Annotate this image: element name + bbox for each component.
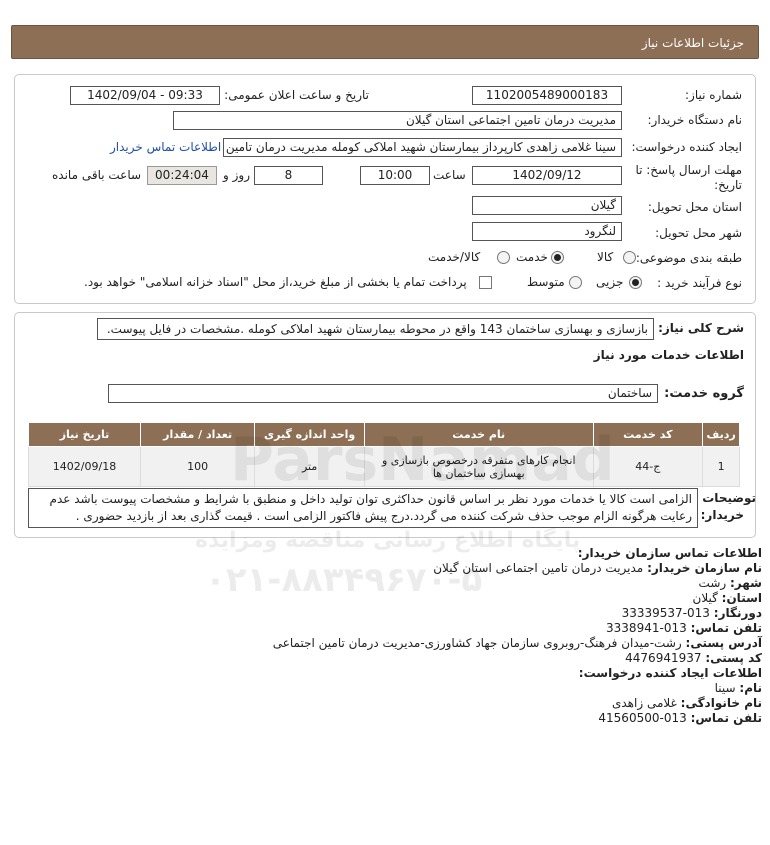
category-option-goods-service: کالا/خدمت (428, 250, 481, 264)
province-label: استان محل تحویل: (647, 200, 742, 214)
process-option-medium: متوسط (527, 275, 565, 289)
days-label: روز و (223, 168, 250, 182)
contact-address: آدرس پستی: رشت-میدان فرهنگ-روبروی سازمان… (272, 636, 762, 650)
need-info-panel (14, 74, 756, 304)
creator-field[interactable]: سینا غلامی زاهدی کارپرداز بیمارستان شهید… (223, 138, 622, 157)
services-section-title: اطلاعات خدمات مورد نیاز (593, 348, 744, 362)
deadline-label: مهلت ارسال پاسخ: تا (635, 163, 742, 177)
creator-first-name: نام: سینا (714, 681, 762, 695)
category-radio-goods[interactable] (623, 251, 636, 264)
announce-datetime-field[interactable]: 1402/09/04 - 09:33 (70, 86, 220, 105)
col-unit: واحد اندازه گیری (254, 422, 365, 447)
service-group-field[interactable]: ساختمان (108, 384, 658, 403)
remaining-time-field: 00:24:04 (147, 166, 217, 185)
category-radio-service[interactable] (551, 251, 564, 264)
col-quantity: تعداد / مقدار (140, 422, 256, 447)
description-field[interactable]: بازسازی و بهسازی ساختمان 143 واقع در محو… (97, 318, 654, 340)
buyer-notes-field: الزامی است کالا یا خدمات مورد نظر بر اسا… (28, 488, 698, 528)
col-code: کد خدمت (592, 422, 704, 447)
deadline-date-field[interactable]: 1402/09/12 (472, 166, 622, 185)
creator-label: ایجاد کننده درخواست: (631, 140, 742, 154)
notes-label-line1: توضیحات (702, 491, 756, 505)
contact-phone: تلفن تماس: 013-3338941 (606, 621, 762, 635)
announce-label: تاریخ و ساعت اعلان عمومی: (224, 88, 369, 102)
buyer-org-field[interactable]: مدیریت درمان تامین اجتماعی استان گیلان (173, 111, 622, 130)
category-option-goods: کالا (597, 250, 614, 264)
treasury-payment-checkbox[interactable] (479, 276, 492, 289)
contact-city: شهر: رشت (698, 576, 762, 590)
days-field[interactable]: 8 (254, 166, 323, 185)
category-label: طبقه بندی موضوعی: (635, 251, 742, 265)
process-radio-minor[interactable] (629, 276, 642, 289)
need-number-label: شماره نیاز: (685, 88, 742, 102)
city-field[interactable]: لنگرود (472, 222, 622, 241)
city-label: شهر محل تحویل: (655, 226, 742, 240)
row-code: ج-44 (592, 446, 704, 487)
row-unit: متر (254, 446, 365, 487)
col-date: تاریخ نیاز (27, 422, 142, 447)
page-header: جزئیات اطلاعات نیاز (11, 25, 759, 59)
creator-info-title: اطلاعات ایجاد کننده درخواست: (578, 666, 762, 680)
service-group-label: گروه خدمت: (664, 386, 744, 401)
contact-org-title: اطلاعات تماس سازمان خریدار: (577, 546, 762, 560)
creator-last-name: نام خانوادگی: غلامی زاهدی (611, 696, 762, 710)
remaining-label: ساعت باقی مانده (52, 168, 142, 182)
contact-org-name: نام سازمان خریدار: مدیریت درمان تامین اج… (433, 561, 762, 575)
buyer-org-label: نام دستگاه خریدار: (647, 113, 743, 127)
creator-phone: تلفن تماس: 013-41560500 (598, 711, 762, 725)
table-row: 1 ج-44 انجام کارهای متفرقه درخصوص بازساز… (27, 446, 740, 487)
notes-label-line2: خریدار: (700, 508, 744, 522)
row-quantity: 100 (140, 446, 256, 487)
deadline-time-label: ساعت (433, 168, 466, 182)
row-name: انجام کارهای متفرقه درخصوص بازسازی و بهس… (363, 446, 594, 487)
col-index: ردیف (702, 422, 740, 447)
row-date: 1402/09/18 (27, 446, 142, 487)
province-field[interactable]: گیلان (472, 196, 622, 215)
description-label: شرح کلی نیاز: (658, 321, 744, 335)
process-radio-medium[interactable] (569, 276, 582, 289)
buyer-contact-link[interactable]: اطلاعات تماس خریدار (110, 140, 221, 154)
need-number-field[interactable]: 1102005489000183 (472, 86, 622, 105)
contact-fax: دورنگار: 013-33339537 (621, 606, 762, 620)
services-table-header: ردیف کد خدمت نام خدمت واحد اندازه گیری ت… (27, 422, 740, 447)
col-name: نام خدمت (363, 422, 594, 447)
page-title: جزئیات اطلاعات نیاز (641, 36, 744, 50)
process-option-minor: جزیی (596, 275, 624, 289)
treasury-payment-note: پرداخت تمام یا بخشی از مبلغ خرید،از محل … (84, 275, 467, 289)
category-option-service: خدمت (516, 250, 548, 264)
contact-province: استان: گیلان (692, 591, 763, 605)
deadline-time-field[interactable]: 10:00 (360, 166, 430, 185)
services-table: ردیف کد خدمت نام خدمت واحد اندازه گیری ت… (27, 422, 740, 487)
process-label: نوع فرآیند خرید : (657, 276, 742, 290)
deadline-date-label: تاریخ: (714, 178, 742, 192)
category-radio-goods-service[interactable] (497, 251, 510, 264)
contact-postal-code: کد پستی: 4476941937 (625, 651, 762, 665)
row-index: 1 (702, 446, 740, 487)
